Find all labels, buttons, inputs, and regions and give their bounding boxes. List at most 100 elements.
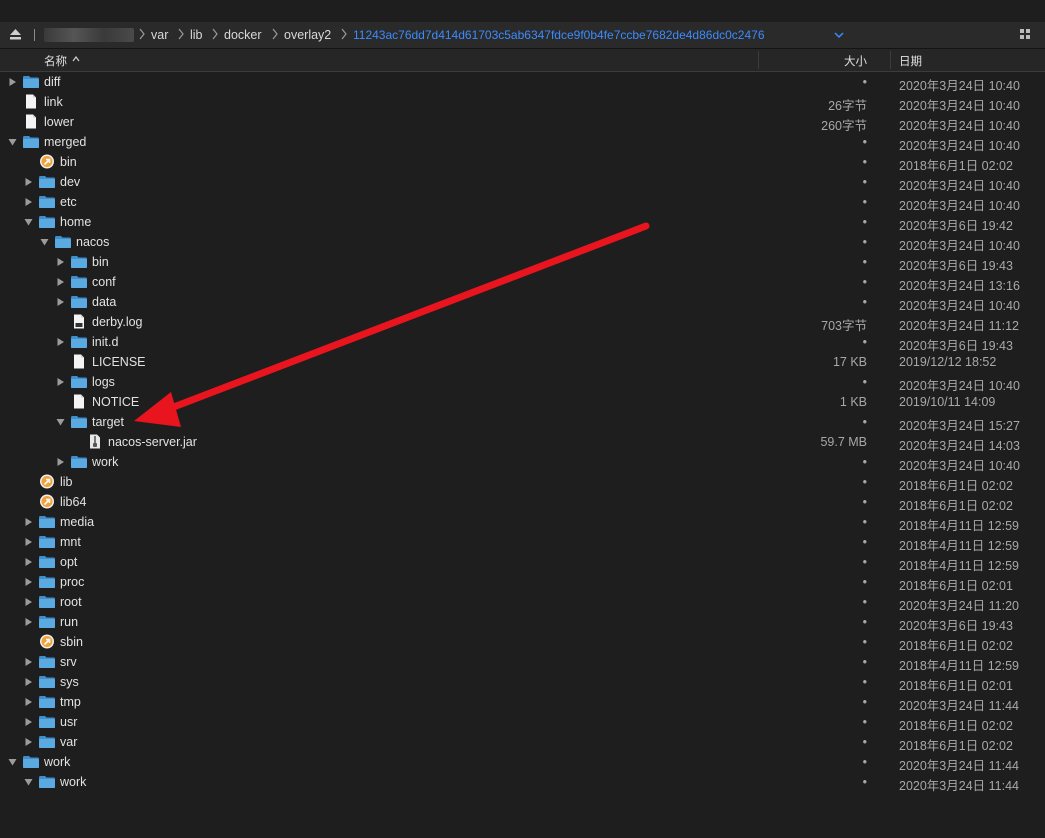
file-name[interactable]: home — [60, 215, 91, 229]
file-row[interactable]: proc • 2018年6月1日 02:01 — [0, 572, 1045, 593]
column-date-header[interactable]: 日期 — [899, 53, 922, 69]
file-row[interactable]: nacos • 2020年3月24日 10:40 — [0, 232, 1045, 253]
file-name[interactable]: proc — [60, 575, 84, 589]
file-name[interactable]: conf — [92, 275, 116, 289]
file-name[interactable]: derby.log — [92, 315, 143, 329]
disclosure-expanded-icon[interactable] — [8, 757, 17, 767]
disclosure-expanded-icon[interactable] — [40, 237, 49, 247]
disclosure-collapsed-icon[interactable] — [24, 717, 33, 727]
file-name[interactable]: link — [44, 95, 63, 109]
file-row[interactable]: conf • 2020年3月24日 13:16 — [0, 272, 1045, 293]
disclosure-expanded-icon[interactable] — [56, 417, 65, 427]
file-row[interactable]: work • 2020年3月24日 11:44 — [0, 772, 1045, 793]
file-row[interactable]: media • 2018年4月11日 12:59 — [0, 512, 1045, 533]
disclosure-collapsed-icon[interactable] — [24, 517, 33, 527]
file-name[interactable]: merged — [44, 135, 86, 149]
file-row[interactable]: nacos-server.jar 59.7 MB 2020年3月24日 14:03 — [0, 432, 1045, 453]
file-name[interactable]: lib64 — [60, 495, 86, 509]
file-name[interactable]: dev — [60, 175, 80, 189]
file-row[interactable]: dev • 2020年3月24日 10:40 — [0, 172, 1045, 193]
chevron-down-icon[interactable] — [834, 31, 844, 39]
breadcrumb-overlay2[interactable]: overlay2 — [284, 28, 331, 42]
file-name[interactable]: NOTICE — [92, 395, 139, 409]
file-row[interactable]: bin • 2020年3月6日 19:43 — [0, 252, 1045, 273]
disclosure-expanded-icon[interactable] — [24, 777, 33, 787]
file-name[interactable]: logs — [92, 375, 115, 389]
disclosure-collapsed-icon[interactable] — [24, 537, 33, 547]
column-name-header[interactable]: 名称 — [44, 53, 67, 69]
disclosure-collapsed-icon[interactable] — [24, 617, 33, 627]
file-row[interactable]: home • 2020年3月6日 19:42 — [0, 212, 1045, 233]
file-name[interactable]: init.d — [92, 335, 118, 349]
breadcrumb-var[interactable]: var — [151, 28, 168, 42]
file-row[interactable]: run • 2020年3月6日 19:43 — [0, 612, 1045, 633]
file-row[interactable]: sys • 2018年6月1日 02:01 — [0, 672, 1045, 693]
file-name[interactable]: var — [60, 735, 77, 749]
file-name[interactable]: tmp — [60, 695, 81, 709]
breadcrumb-current-folder[interactable]: 11243ac76dd7d414d61703c5ab6347fdce9f0b4f… — [353, 28, 765, 42]
disclosure-collapsed-icon[interactable] — [56, 257, 65, 267]
file-row[interactable]: target • 2020年3月24日 15:27 — [0, 412, 1045, 433]
file-name[interactable]: work — [60, 775, 86, 789]
disclosure-collapsed-icon[interactable] — [24, 657, 33, 667]
file-name[interactable]: opt — [60, 555, 77, 569]
file-row[interactable]: mnt • 2018年4月11日 12:59 — [0, 532, 1045, 553]
file-row[interactable]: bin • 2018年6月1日 02:02 — [0, 152, 1045, 173]
file-row[interactable]: work • 2020年3月24日 10:40 — [0, 452, 1045, 473]
file-name[interactable]: LICENSE — [92, 355, 146, 369]
file-name[interactable]: lib — [60, 475, 73, 489]
breadcrumb-lib[interactable]: lib — [190, 28, 203, 42]
column-divider[interactable] — [758, 51, 759, 69]
file-name[interactable]: sbin — [60, 635, 83, 649]
disclosure-collapsed-icon[interactable] — [24, 737, 33, 747]
column-divider[interactable] — [890, 51, 891, 69]
file-name[interactable]: srv — [60, 655, 77, 669]
disclosure-collapsed-icon[interactable] — [24, 197, 33, 207]
file-name[interactable]: bin — [60, 155, 77, 169]
disclosure-collapsed-icon[interactable] — [56, 377, 65, 387]
file-name[interactable]: mnt — [60, 535, 81, 549]
file-row[interactable]: opt • 2018年4月11日 12:59 — [0, 552, 1045, 573]
disclosure-collapsed-icon[interactable] — [24, 597, 33, 607]
file-row[interactable]: link 26字节 2020年3月24日 10:40 — [0, 92, 1045, 113]
column-size-header[interactable]: 大小 — [844, 53, 867, 69]
file-name[interactable]: media — [60, 515, 94, 529]
file-row[interactable]: srv • 2018年4月11日 12:59 — [0, 652, 1045, 673]
file-name[interactable]: root — [60, 595, 82, 609]
file-name[interactable]: etc — [60, 195, 77, 209]
disclosure-collapsed-icon[interactable] — [56, 277, 65, 287]
file-row[interactable]: diff • 2020年3月24日 10:40 — [0, 72, 1045, 93]
disclosure-collapsed-icon[interactable] — [56, 337, 65, 347]
file-row[interactable]: sbin • 2018年6月1日 02:02 — [0, 632, 1045, 653]
file-row[interactable]: work • 2020年3月24日 11:44 — [0, 752, 1045, 773]
file-row[interactable]: tmp • 2020年3月24日 11:44 — [0, 692, 1045, 713]
disclosure-collapsed-icon[interactable] — [24, 697, 33, 707]
file-row[interactable]: data • 2020年3月24日 10:40 — [0, 292, 1045, 313]
disclosure-collapsed-icon[interactable] — [56, 457, 65, 467]
file-row[interactable]: root • 2020年3月24日 11:20 — [0, 592, 1045, 613]
disclosure-collapsed-icon[interactable] — [24, 677, 33, 687]
file-name[interactable]: bin — [92, 255, 109, 269]
disclosure-collapsed-icon[interactable] — [24, 177, 33, 187]
file-row[interactable]: logs • 2020年3月24日 10:40 — [0, 372, 1045, 393]
file-name[interactable]: lower — [44, 115, 74, 129]
file-name[interactable]: run — [60, 615, 78, 629]
file-name[interactable]: sys — [60, 675, 79, 689]
file-row[interactable]: lib64 • 2018年6月1日 02:02 — [0, 492, 1045, 513]
file-row[interactable]: var • 2018年6月1日 02:02 — [0, 732, 1045, 753]
file-row[interactable]: init.d • 2020年3月6日 19:43 — [0, 332, 1045, 353]
disclosure-collapsed-icon[interactable] — [24, 577, 33, 587]
sort-ascending-icon[interactable] — [72, 55, 80, 63]
file-row[interactable]: LICENSE 17 KB 2019/12/12 18:52 — [0, 352, 1045, 372]
file-name[interactable]: data — [92, 295, 116, 309]
file-name[interactable]: work — [44, 755, 70, 769]
eject-icon[interactable] — [9, 28, 22, 41]
breadcrumb-docker[interactable]: docker — [224, 28, 262, 42]
disclosure-expanded-icon[interactable] — [8, 137, 17, 147]
file-name[interactable]: diff — [44, 75, 60, 89]
file-name[interactable]: work — [92, 455, 118, 469]
file-name[interactable]: target — [92, 415, 124, 429]
disclosure-collapsed-icon[interactable] — [8, 77, 17, 87]
disclosure-expanded-icon[interactable] — [24, 217, 33, 227]
file-name[interactable]: nacos-server.jar — [108, 435, 197, 449]
